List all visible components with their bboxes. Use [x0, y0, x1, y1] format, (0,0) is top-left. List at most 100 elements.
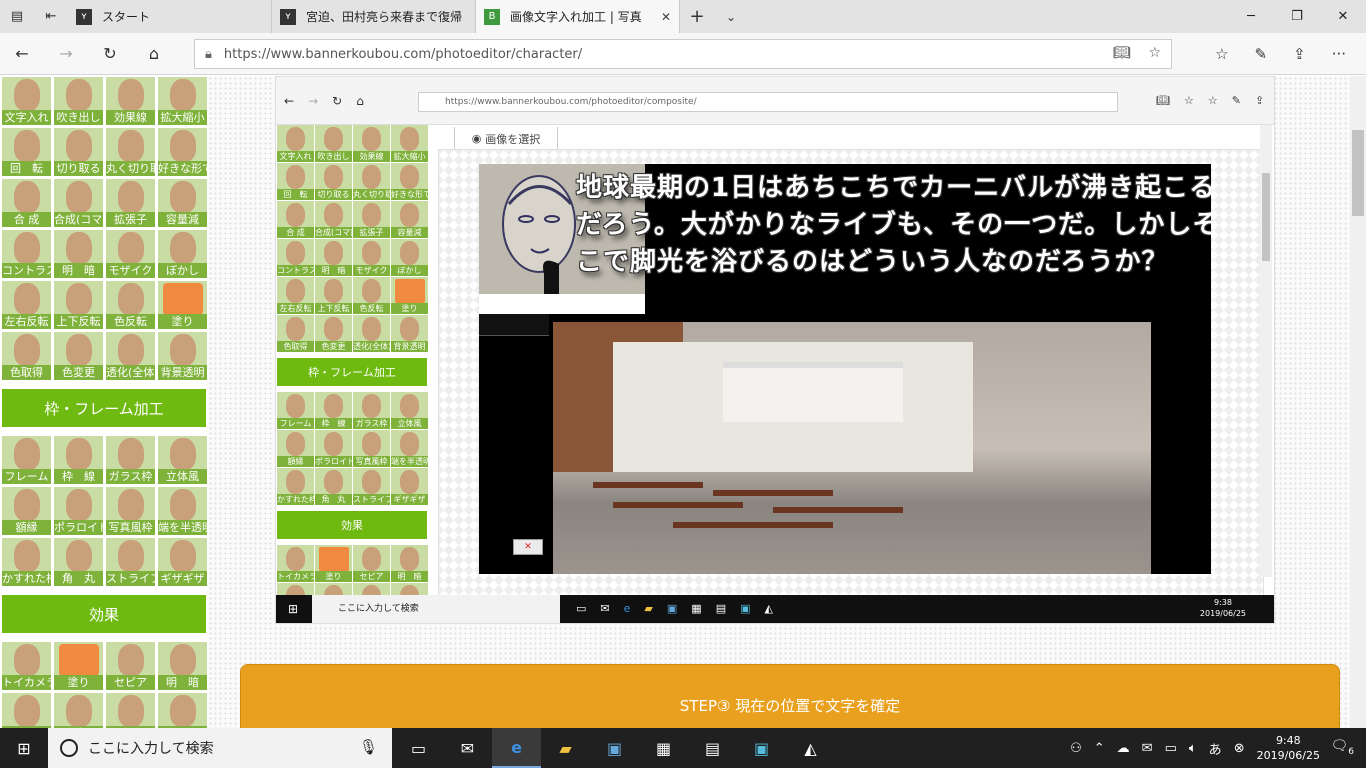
tool-tile[interactable]: 油絵風 [53, 692, 104, 728]
tool-tile[interactable]: 端を半透明 [157, 486, 208, 536]
tool-tile[interactable]: 明 暗 [157, 641, 208, 691]
tool-tile[interactable]: 丸く切り取る [105, 127, 156, 177]
tool-tile[interactable]: 色取得 [1, 331, 52, 381]
new-tab-icon[interactable]: + [680, 0, 714, 33]
people-icon[interactable]: ⚇ [1070, 741, 1082, 756]
file-explorer-icon[interactable]: ▰ [541, 728, 590, 768]
minimize-icon[interactable]: ─ [1228, 0, 1274, 33]
more-icon[interactable]: ··· [1332, 45, 1346, 63]
tool-tile[interactable]: フレーム [1, 435, 52, 485]
ime-mode-icon[interactable]: ✉ [1142, 741, 1153, 756]
photos-icon[interactable]: ▣ [737, 728, 786, 768]
tool-tile[interactable]: 塗り [157, 280, 208, 330]
tool-label: 吹き出し [315, 151, 352, 162]
tool-tile[interactable]: 上下反転 [53, 280, 104, 330]
tab-news[interactable]: ʏ 宮迫、田村亮ら来春まで復帰 [272, 0, 476, 33]
tool-tile[interactable]: 額縁 [1, 486, 52, 536]
tool-tile[interactable]: モザイク [105, 229, 156, 279]
page-scrollbar[interactable] [1350, 76, 1366, 728]
tool-tile[interactable]: 透化(全体) [105, 331, 156, 381]
tool-tile[interactable]: 背景透明 [157, 331, 208, 381]
tool-tile[interactable]: 明 暗 [53, 229, 104, 279]
tool-tile[interactable]: 写真風枠 [105, 486, 156, 536]
favorites-hub-icon[interactable]: ☆ [1215, 45, 1228, 63]
tool-tile[interactable]: 拡張子 [105, 178, 156, 228]
forward-icon[interactable]: → [44, 44, 88, 63]
tab-actions-icon[interactable]: ▤ [0, 0, 34, 33]
tool-tile[interactable]: 塗り [53, 641, 104, 691]
pen-icon[interactable]: ✎ [1255, 45, 1268, 63]
thumbnail-image [118, 438, 144, 470]
windows-start-icon[interactable]: ⊞ [0, 728, 48, 768]
tool-tile[interactable]: ギザギザ [157, 537, 208, 587]
tool-tile[interactable]: 枠 線 [53, 435, 104, 485]
tool-tile[interactable]: 吹き出し [53, 76, 104, 126]
favorite-star-icon[interactable]: ☆ [1148, 45, 1161, 61]
ime-label[interactable]: あ [1209, 739, 1222, 758]
tool-tile[interactable]: 好きな形で切り取る [157, 127, 208, 177]
tool-tile[interactable]: かすれた枠 [1, 537, 52, 587]
step3-button[interactable]: STEP③ 現在の位置で文字を確定 [240, 664, 1340, 728]
tab-list-chevron-icon[interactable]: ⌄ [714, 0, 748, 33]
cloud-icon[interactable]: ☁ [1117, 741, 1130, 756]
tool-tile[interactable]: ぼかし [157, 692, 208, 728]
news-icon[interactable]: ▤ [688, 728, 737, 768]
refresh-icon[interactable]: ↻ [88, 44, 132, 63]
show-hidden-icon[interactable]: ⌃ [1094, 741, 1105, 756]
tool-tile[interactable]: 回 転 [1, 127, 52, 177]
taskbar-search[interactable]: ここに入力して検索 🎙︎ [48, 728, 392, 768]
snip-icon: ◭ [764, 602, 773, 615]
tool-tile[interactable]: 切り取る [53, 127, 104, 177]
tool-tile[interactable]: 立体風 [157, 435, 208, 485]
share-icon[interactable]: ⇪ [1293, 45, 1306, 63]
address-bar[interactable]: 🔒︎ https://www.bannerkoubou.com/photoedi… [194, 39, 1172, 69]
restore-icon[interactable]: ❐ [1274, 0, 1320, 33]
tool-tile[interactable]: セピア [105, 641, 156, 691]
snip-icon[interactable]: ◭ [786, 728, 835, 768]
tool-tile[interactable]: ガラス枠 [105, 435, 156, 485]
tool-tile[interactable]: 色変更 [53, 331, 104, 381]
tool-tile[interactable]: ポラロイド [53, 486, 104, 536]
tool-tile[interactable]: 効果線 [105, 76, 156, 126]
thumbnail-image [170, 79, 196, 111]
mic-icon[interactable]: 🎙︎ [359, 738, 378, 756]
app-icon[interactable]: ▣ [590, 728, 639, 768]
tool-tile[interactable]: 色反転 [105, 280, 156, 330]
tool-label: 塗り [391, 303, 428, 314]
editor-canvas[interactable]: ✕ 地球最期の1日はあちこちでカーニバルが沸き起こるだろう。大がかりなライブも、… [438, 149, 1264, 597]
overlay-caption[interactable]: 地球最期の1日はあちこちでカーニバルが沸き起こるだろう。大がかりなライブも、その… [576, 170, 1211, 281]
notification-icon[interactable]: 🗨︎6 [1330, 738, 1354, 757]
thumbnail-image [66, 181, 92, 213]
home-icon[interactable]: ⌂ [132, 44, 176, 63]
clock[interactable]: 9:48 2019/06/25 [1257, 733, 1320, 763]
store-icon[interactable]: ▦ [639, 728, 688, 768]
scroll-thumb[interactable] [1352, 130, 1364, 216]
inner-taskbar-icons: ▭ ✉ e ▰ ▣ ▦ ▤ ▣ ◭ [576, 602, 773, 615]
close-tab-icon[interactable]: ✕ [661, 10, 671, 24]
tool-tile[interactable]: コントラスト [1, 229, 52, 279]
edge-icon[interactable]: e [492, 728, 541, 768]
tool-tile[interactable]: トイカメラ [1, 641, 52, 691]
close-circle-icon[interactable]: ⊗ [1234, 741, 1245, 756]
set-aside-tabs-icon[interactable]: ⇤ [34, 0, 68, 33]
task-view-icon[interactable]: ▭ [394, 728, 443, 768]
tool-tile[interactable]: 拡大縮小 [157, 76, 208, 126]
tool-tile[interactable]: 左右反転 [1, 280, 52, 330]
tab-start[interactable]: ʏ スタート [68, 0, 272, 33]
reading-view-icon[interactable]: 📖︎ [1113, 45, 1131, 61]
back-icon[interactable]: ← [0, 44, 44, 63]
tool-tile[interactable]: 合 成 [1, 178, 52, 228]
tool-tile[interactable]: 角 丸 [53, 537, 104, 587]
tool-tile[interactable]: ストライプ枠 [105, 537, 156, 587]
close-icon[interactable]: ✕ [1320, 0, 1366, 33]
tool-tile[interactable]: 容量減 [157, 178, 208, 228]
tab-photoeditor[interactable]: B 画像文字入れ加工 | 写真 ✕ [476, 0, 680, 33]
tool-tile[interactable]: 文字入れ [1, 76, 52, 126]
tool-tile[interactable]: スケッチ [1, 692, 52, 728]
tool-tile[interactable]: 合成(コマ割) [53, 178, 104, 228]
mail-icon[interactable]: ✉ [443, 728, 492, 768]
tool-tile[interactable]: ぼかし [157, 229, 208, 279]
network-icon[interactable]: ▭ [1165, 741, 1177, 756]
tool-tile[interactable]: モザイク [105, 692, 156, 728]
volume-icon[interactable]: 🔈︎ [1189, 741, 1197, 756]
